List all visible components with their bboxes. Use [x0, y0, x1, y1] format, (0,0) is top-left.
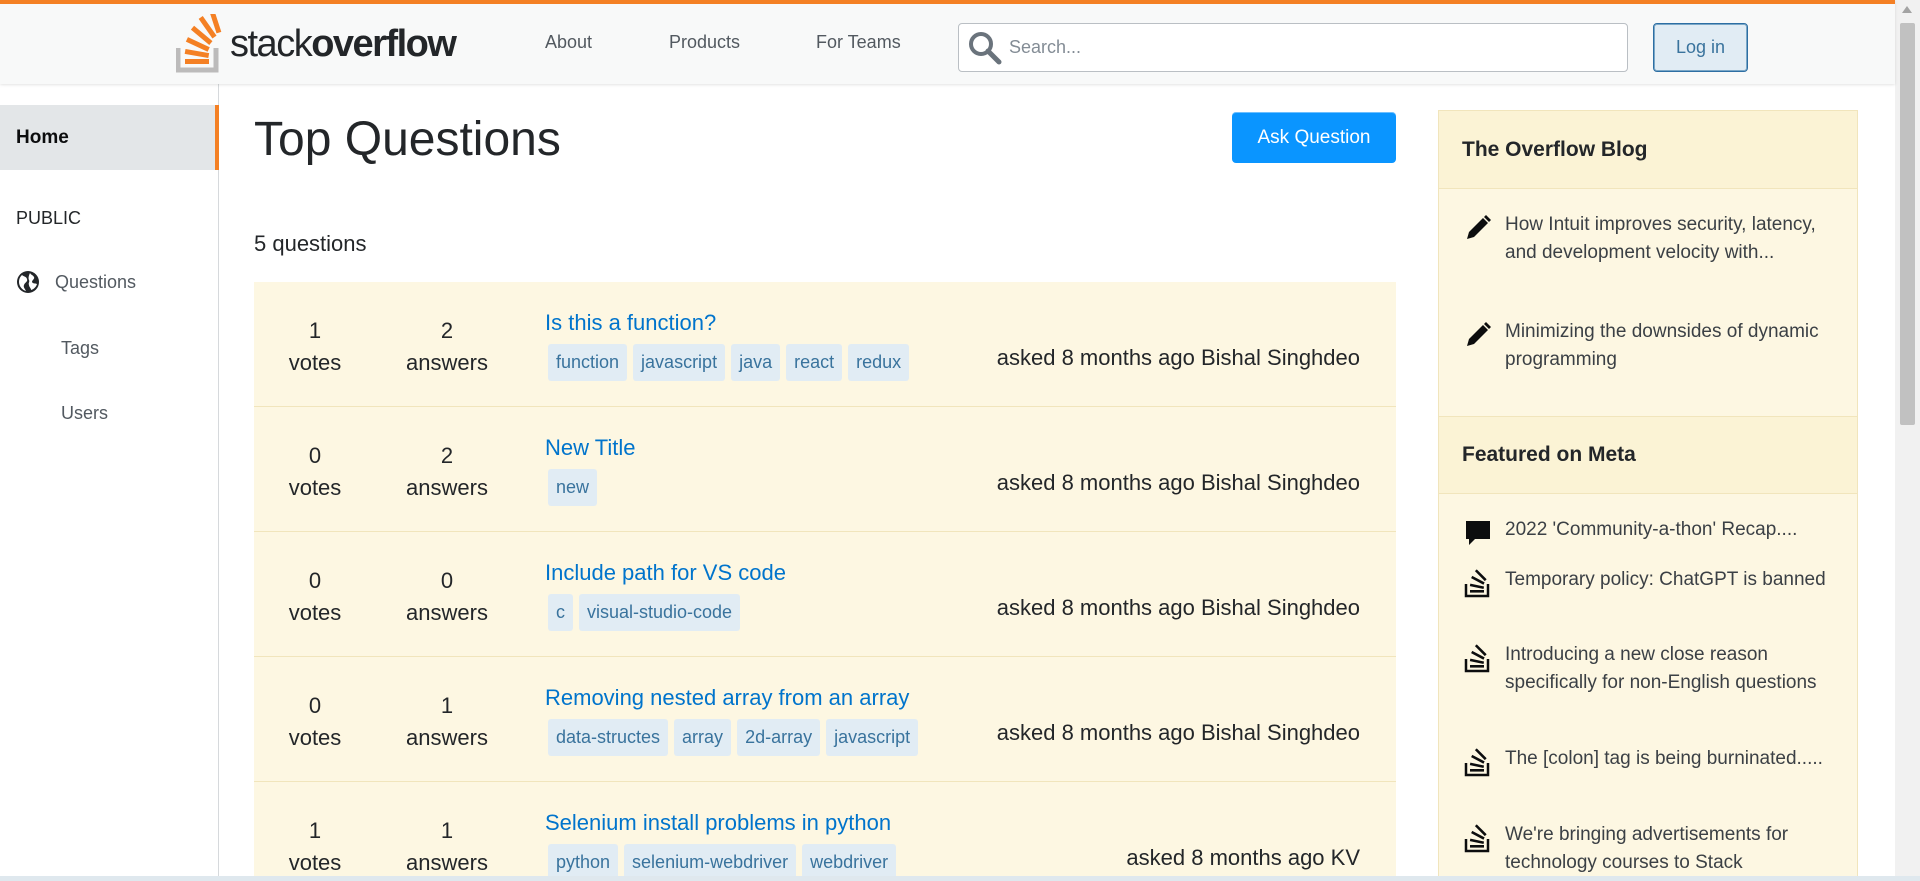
search-box[interactable]	[958, 23, 1628, 72]
question-title-link[interactable]: Include path for VS code	[545, 560, 786, 586]
meta-item[interactable]: Temporary policy: ChatGPT is banned	[1463, 566, 1845, 598]
sidebar-item-users[interactable]: Users	[61, 403, 108, 424]
nav-about[interactable]: About	[545, 32, 592, 53]
question-row: 1 votes 1 answers Selenium install problem…	[254, 782, 1396, 881]
meta-item-text: Introducing a new close reason specifica…	[1505, 644, 1817, 693]
pencil-icon	[1467, 322, 1491, 346]
vertical-scrollbar[interactable]	[1895, 0, 1920, 881]
tag-data-structes[interactable]: data-structes	[548, 719, 669, 756]
scroll-up-arrow-icon[interactable]	[1902, 6, 1912, 13]
meta-item[interactable]: We're bringing advertisements for techno…	[1463, 821, 1845, 877]
blog-widget-title: The Overflow Blog	[1439, 111, 1857, 189]
answer-count: 0 answers	[406, 568, 488, 625]
stackoverflow-logo-icon	[176, 14, 222, 73]
login-button[interactable]: Log in	[1653, 23, 1748, 72]
answer-count: 1 answers	[406, 818, 488, 875]
tag-redux[interactable]: redux	[848, 344, 910, 381]
tag-visual-studio-code[interactable]: visual-studio-code	[579, 594, 741, 631]
meta-item[interactable]: The [colon] tag is being burninated.....	[1463, 745, 1845, 777]
question-tags: c visual-studio-code	[548, 594, 741, 631]
question-row: 0 votes 0 answers Include path for VS code…	[254, 532, 1396, 657]
vote-count: 1 votes	[288, 318, 342, 375]
blog-item-text: How Intuit improves security, latency, a…	[1505, 214, 1816, 263]
left-sidebar: Home PUBLIC Questions Tags Users	[0, 84, 219, 881]
nav-for-teams[interactable]: For Teams	[816, 32, 901, 53]
pencil-icon	[1467, 215, 1491, 239]
logo-text-light: stack	[230, 22, 313, 65]
sidebar-section-public: PUBLIC	[16, 208, 82, 228]
meta-item-text: Temporary policy: ChatGPT is banned	[1505, 569, 1826, 590]
chat-bubble-icon	[1466, 521, 1490, 545]
question-title-link[interactable]: Selenium install problems in python	[545, 810, 891, 836]
blog-item-text: Minimizing the downsides of dynamic prog…	[1505, 321, 1819, 370]
question-list: 1 votes 2 answers Is this a function? func…	[254, 282, 1396, 881]
sidebar-item-questions-label: Questions	[55, 271, 137, 292]
meta-item[interactable]: 2022 'Community-a-thon' Recap....	[1463, 516, 1845, 548]
stackoverflow-icon	[1464, 824, 1490, 853]
tag-2d-array[interactable]: 2d-array	[737, 719, 821, 756]
question-title-link[interactable]: New Title	[545, 435, 635, 461]
answer-count: 2 answers	[406, 318, 488, 375]
vote-count: 0 votes	[288, 443, 342, 500]
search-input[interactable]	[1009, 37, 1609, 58]
answer-count: 1 answers	[406, 693, 488, 750]
question-tags: function javascript java react redux	[548, 344, 910, 381]
question-row: 1 votes 2 answers Is this a function? func…	[254, 282, 1396, 407]
asked-info: asked 8 months ago Bishal Singhdeo	[996, 345, 1360, 370]
question-title-link[interactable]: Is this a function?	[545, 310, 716, 336]
search-icon	[969, 31, 1002, 64]
stackoverflow-icon	[1464, 569, 1490, 598]
meta-widget-title: Featured on Meta	[1439, 416, 1857, 494]
question-row: 0 votes 2 answers New Title new asked 8 mo…	[254, 407, 1396, 532]
sidebar-item-tags[interactable]: Tags	[61, 338, 99, 359]
question-count: 5 questions	[254, 231, 367, 256]
page-title: Top Questions	[254, 113, 561, 166]
meta-item-text: 2022 'Community-a-thon' Recap....	[1505, 519, 1798, 540]
meta-item-text: The [colon] tag is being burninated.....	[1505, 748, 1823, 769]
asked-info: asked 8 months ago Bishal Singhdeo	[996, 470, 1360, 495]
tag-new[interactable]: new	[548, 469, 598, 506]
stackoverflow-icon	[1464, 748, 1490, 777]
sidebar-item-home[interactable]: Home	[0, 105, 219, 170]
tag-java[interactable]: java	[731, 344, 781, 381]
asked-info: asked 8 months ago Bishal Singhdeo	[996, 720, 1360, 745]
logo-wordmark: stackoverflow	[230, 22, 457, 66]
vote-count: 0 votes	[288, 568, 342, 625]
question-tags: new	[548, 469, 598, 506]
tag-array[interactable]: array	[674, 719, 732, 756]
question-tags: data-structes array 2d-array javascript	[548, 719, 919, 756]
meta-item-text: We're bringing advertisements for techno…	[1505, 824, 1789, 873]
stackoverflow-logo[interactable]: stackoverflow	[176, 14, 457, 74]
ask-question-button[interactable]: Ask Question	[1232, 112, 1396, 163]
asked-info: asked 8 months ago KV	[1126, 845, 1360, 870]
sidebar-widget: The Overflow Blog How Intuit improves se…	[1438, 110, 1858, 881]
question-title-link[interactable]: Removing nested array from an array	[545, 685, 909, 711]
tag-javascript[interactable]: javascript	[633, 344, 726, 381]
meta-item[interactable]: Introducing a new close reason specifica…	[1463, 641, 1845, 697]
answer-count: 2 answers	[406, 443, 488, 500]
tag-javascript[interactable]: javascript	[826, 719, 919, 756]
logo-text-bold: overflow	[311, 22, 457, 65]
asked-info: asked 8 months ago Bishal Singhdeo	[996, 595, 1360, 620]
vote-count: 1 votes	[288, 818, 342, 875]
vote-count: 0 votes	[288, 693, 342, 750]
blog-item[interactable]: How Intuit improves security, latency, a…	[1463, 211, 1845, 267]
stackoverflow-icon	[1464, 644, 1490, 673]
sidebar-item-questions[interactable]: Questions	[16, 270, 136, 294]
window-bottom-edge	[0, 876, 1920, 881]
tag-function[interactable]: function	[548, 344, 628, 381]
nav-products[interactable]: Products	[669, 32, 740, 53]
top-bar: stackoverflow About Products For Teams L…	[0, 0, 1895, 84]
tag-react[interactable]: react	[786, 344, 843, 381]
question-row: 0 votes 1 answers Removing nested array fr…	[254, 657, 1396, 782]
tag-c[interactable]: c	[548, 594, 573, 631]
scrollbar-thumb[interactable]	[1900, 23, 1915, 425]
globe-icon	[17, 271, 39, 293]
blog-item[interactable]: Minimizing the downsides of dynamic prog…	[1463, 318, 1845, 374]
